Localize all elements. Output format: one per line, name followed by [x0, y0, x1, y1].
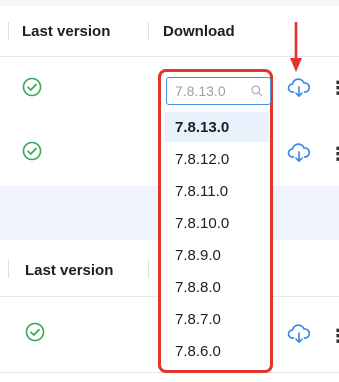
- column-divider: [148, 260, 149, 278]
- more-vertical-icon[interactable]: ⋮: [329, 327, 339, 345]
- version-search-input[interactable]: [167, 78, 247, 104]
- more-vertical-icon[interactable]: ⋮: [329, 79, 339, 97]
- cloud-download-icon[interactable]: [287, 77, 311, 99]
- column-divider: [8, 260, 9, 278]
- header-download: Download: [163, 22, 235, 40]
- version-search-box[interactable]: [166, 77, 271, 105]
- more-vertical-icon[interactable]: ⋮: [329, 145, 339, 163]
- version-dropdown: 7.8.13.0 7.8.12.0 7.8.11.0 7.8.10.0 7.8.…: [158, 69, 273, 373]
- cloud-download-icon[interactable]: [287, 142, 311, 164]
- header-last-version: Last version: [25, 261, 114, 279]
- screenshot-frame: Last version Download ⋮ ⋮ Last version ⋮…: [0, 0, 339, 382]
- version-option[interactable]: 7.8.10.0: [165, 208, 269, 238]
- cloud-download-icon[interactable]: [287, 323, 311, 345]
- column-divider: [8, 22, 9, 40]
- check-circle-icon: [22, 77, 42, 97]
- search-icon: [251, 85, 263, 97]
- red-annotation-arrow: [290, 22, 302, 72]
- header-last-version: Last version: [22, 22, 111, 40]
- version-option[interactable]: 7.8.6.0: [165, 336, 269, 366]
- version-option[interactable]: 7.8.13.0: [165, 112, 269, 142]
- column-divider: [148, 22, 149, 40]
- version-option[interactable]: 7.8.12.0: [165, 144, 269, 174]
- version-option[interactable]: 7.8.8.0: [165, 272, 269, 302]
- check-circle-icon: [25, 322, 45, 342]
- check-circle-icon: [22, 141, 42, 161]
- version-option[interactable]: 7.8.11.0: [165, 176, 269, 206]
- version-option[interactable]: 7.8.9.0: [165, 240, 269, 270]
- version-option[interactable]: 7.8.7.0: [165, 304, 269, 334]
